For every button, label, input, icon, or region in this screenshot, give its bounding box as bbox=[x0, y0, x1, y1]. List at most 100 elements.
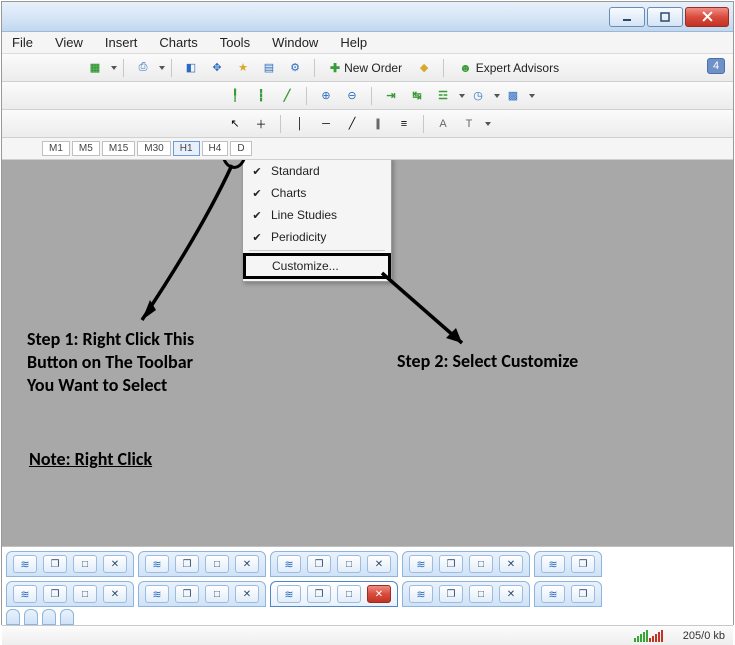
chart-tab[interactable] bbox=[60, 609, 74, 625]
ctx-label: Charts bbox=[271, 186, 306, 200]
horizontal-line-icon[interactable]: ─ bbox=[316, 114, 336, 134]
expert-advisors-label: Expert Advisors bbox=[476, 61, 559, 75]
data-window-icon[interactable]: ★ bbox=[233, 58, 253, 78]
maximize-icon[interactable]: □ bbox=[73, 585, 97, 603]
trendline-icon[interactable]: ╱ bbox=[342, 114, 362, 134]
indicators-icon[interactable]: ☲ bbox=[433, 86, 453, 106]
restore-icon[interactable]: ❐ bbox=[571, 585, 595, 603]
ctx-item-charts[interactable]: ✔ Charts bbox=[245, 182, 389, 204]
zoom-out-icon[interactable]: ⊖ bbox=[342, 86, 362, 106]
cursor-icon[interactable]: ↖ bbox=[225, 114, 245, 134]
new-chart-icon[interactable]: ▦ bbox=[85, 58, 105, 78]
text-label-icon[interactable]: T bbox=[459, 114, 479, 134]
crosshair-icon[interactable]: ＋ bbox=[251, 114, 271, 134]
chart-tab[interactable]: ≋ ❐ □ ✕ bbox=[6, 581, 134, 607]
periods-icon[interactable]: ◷ bbox=[468, 86, 488, 106]
chart-tab[interactable]: ≋ ❐ □ ✕ bbox=[138, 581, 266, 607]
chart-tab[interactable]: ≋ ❐ bbox=[534, 551, 602, 577]
auto-scroll-icon[interactable]: ⇥ bbox=[381, 86, 401, 106]
menu-help[interactable]: Help bbox=[340, 35, 367, 50]
menu-window[interactable]: Window bbox=[272, 35, 318, 50]
maximize-icon[interactable]: □ bbox=[469, 585, 493, 603]
menu-charts[interactable]: Charts bbox=[159, 35, 197, 50]
templates-icon[interactable]: ▩ bbox=[503, 86, 523, 106]
restore-icon[interactable]: ❐ bbox=[307, 555, 331, 573]
maximize-icon[interactable]: □ bbox=[469, 555, 493, 573]
connection-signal-icon bbox=[634, 630, 663, 642]
close-button[interactable] bbox=[685, 7, 729, 27]
chart-icon: ≋ bbox=[145, 585, 169, 603]
period-m5[interactable]: M5 bbox=[72, 141, 100, 156]
restore-icon[interactable]: ❐ bbox=[175, 585, 199, 603]
chart-tab[interactable]: ≋ ❐ □ ✕ bbox=[6, 551, 134, 577]
close-icon[interactable]: ✕ bbox=[103, 585, 127, 603]
menu-insert[interactable]: Insert bbox=[105, 35, 138, 50]
chart-tab-active[interactable]: ≋ ❐ □ ✕ bbox=[270, 581, 398, 607]
checkmark-icon: ✔ bbox=[249, 231, 265, 244]
ctx-item-customize[interactable]: Customize... bbox=[243, 253, 391, 279]
new-order-button[interactable]: ✚ New Order bbox=[324, 58, 408, 78]
chart-icon: ≋ bbox=[13, 555, 37, 573]
minimize-button[interactable] bbox=[609, 7, 645, 27]
chart-tab[interactable]: ≋ ❐ bbox=[534, 581, 602, 607]
profiles-icon[interactable]: ⎙ bbox=[133, 58, 153, 78]
chart-tab[interactable] bbox=[42, 609, 56, 625]
maximize-icon[interactable]: □ bbox=[205, 585, 229, 603]
chart-tab[interactable]: ≋ ❐ □ ✕ bbox=[402, 581, 530, 607]
period-d1[interactable]: D bbox=[230, 141, 251, 156]
restore-icon[interactable]: ❐ bbox=[439, 585, 463, 603]
line-chart-icon[interactable]: ╱ bbox=[277, 86, 297, 106]
chart-icon: ≋ bbox=[409, 555, 433, 573]
maximize-icon[interactable]: □ bbox=[337, 585, 361, 603]
period-m30[interactable]: M30 bbox=[137, 141, 170, 156]
ctx-item-periodicity[interactable]: ✔ Periodicity bbox=[245, 226, 389, 248]
menu-view[interactable]: View bbox=[55, 35, 83, 50]
chart-tab[interactable]: ≋ ❐ □ ✕ bbox=[270, 551, 398, 577]
expert-advisors-button[interactable]: ☻ Expert Advisors bbox=[453, 58, 565, 78]
navigator-icon[interactable]: ✥ bbox=[207, 58, 227, 78]
period-m15[interactable]: M15 bbox=[102, 141, 135, 156]
close-icon[interactable]: ✕ bbox=[499, 585, 523, 603]
channel-icon[interactable]: ∥ bbox=[368, 114, 388, 134]
menu-tools[interactable]: Tools bbox=[220, 35, 250, 50]
ctx-item-standard[interactable]: ✔ Standard bbox=[245, 160, 389, 182]
candlestick-icon[interactable]: ┇ bbox=[251, 86, 271, 106]
close-icon[interactable]: ✕ bbox=[103, 555, 127, 573]
maximize-button[interactable] bbox=[647, 7, 683, 27]
market-watch-icon[interactable]: ◧ bbox=[181, 58, 201, 78]
chart-tab[interactable] bbox=[6, 609, 20, 625]
notification-badge[interactable]: 4 bbox=[707, 58, 725, 74]
menu-file[interactable]: File bbox=[12, 35, 33, 50]
ctx-item-line-studies[interactable]: ✔ Line Studies bbox=[245, 204, 389, 226]
fibonacci-icon[interactable]: ≡ bbox=[394, 114, 414, 134]
chart-tab[interactable]: ≋ ❐ □ ✕ bbox=[402, 551, 530, 577]
close-icon[interactable]: ✕ bbox=[499, 555, 523, 573]
workspace: ✔ Standard ✔ Charts ✔ Line Studies ✔ Per… bbox=[2, 160, 733, 546]
close-icon[interactable]: ✕ bbox=[235, 555, 259, 573]
close-icon[interactable]: ✕ bbox=[367, 585, 391, 603]
restore-icon[interactable]: ❐ bbox=[571, 555, 595, 573]
maximize-icon[interactable]: □ bbox=[337, 555, 361, 573]
close-icon[interactable]: ✕ bbox=[235, 585, 259, 603]
zoom-in-icon[interactable]: ⊕ bbox=[316, 86, 336, 106]
maximize-icon[interactable]: □ bbox=[73, 555, 97, 573]
restore-icon[interactable]: ❐ bbox=[439, 555, 463, 573]
maximize-icon[interactable]: □ bbox=[205, 555, 229, 573]
restore-icon[interactable]: ❐ bbox=[175, 555, 199, 573]
strategy-tester-icon[interactable]: ⚙ bbox=[285, 58, 305, 78]
restore-icon[interactable]: ❐ bbox=[43, 555, 67, 573]
metaquotes-icon[interactable]: ◆ bbox=[414, 58, 434, 78]
bar-chart-icon[interactable]: ╿ bbox=[225, 86, 245, 106]
close-icon[interactable]: ✕ bbox=[367, 555, 391, 573]
period-m1[interactable]: M1 bbox=[42, 141, 70, 156]
chart-tab[interactable]: ≋ ❐ □ ✕ bbox=[138, 551, 266, 577]
vertical-line-icon[interactable]: │ bbox=[290, 114, 310, 134]
chart-tab[interactable] bbox=[24, 609, 38, 625]
text-icon[interactable]: A bbox=[433, 114, 453, 134]
terminal-icon[interactable]: ▤ bbox=[259, 58, 279, 78]
period-h4[interactable]: H4 bbox=[202, 141, 229, 156]
period-h1[interactable]: H1 bbox=[173, 141, 200, 156]
chart-shift-icon[interactable]: ↹ bbox=[407, 86, 427, 106]
restore-icon[interactable]: ❐ bbox=[307, 585, 331, 603]
restore-icon[interactable]: ❐ bbox=[43, 585, 67, 603]
